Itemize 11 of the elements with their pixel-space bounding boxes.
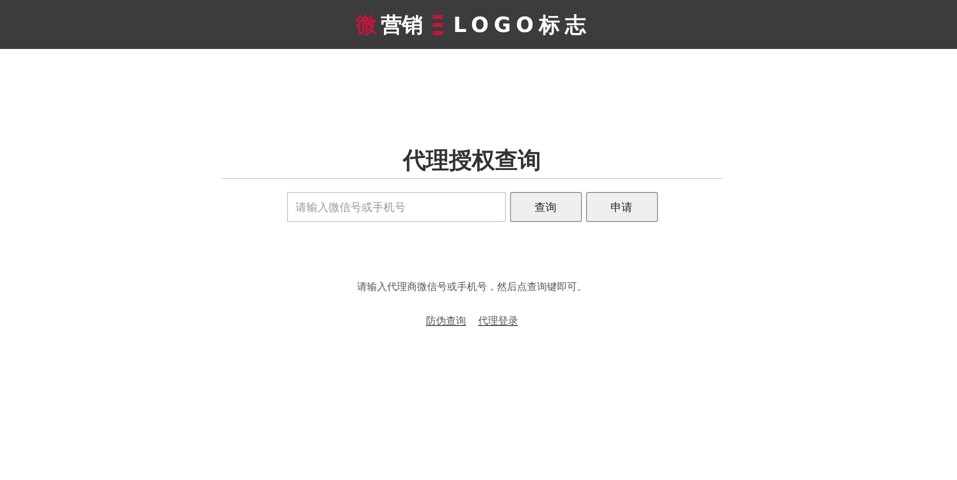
logo-bars-icon — [433, 14, 444, 36]
footer-link[interactable]: 代理登录 — [478, 314, 518, 328]
logo-mark: 微 — [356, 12, 378, 38]
hint-text: 请输入代理商微信号或手机号，然后点查询键即可。 — [357, 280, 587, 294]
search-field[interactable]: 请输入微信号或手机号 — [286, 192, 506, 222]
page-title: 代理授权查询 — [403, 147, 541, 176]
action-button[interactable]: 查询 — [510, 192, 582, 222]
logo-text: LOGO标志 — [453, 12, 591, 38]
footer-link[interactable]: 防伪查询 — [426, 314, 466, 328]
logo-text: 营销 — [381, 12, 424, 38]
action-button[interactable]: 申请 — [586, 192, 658, 222]
